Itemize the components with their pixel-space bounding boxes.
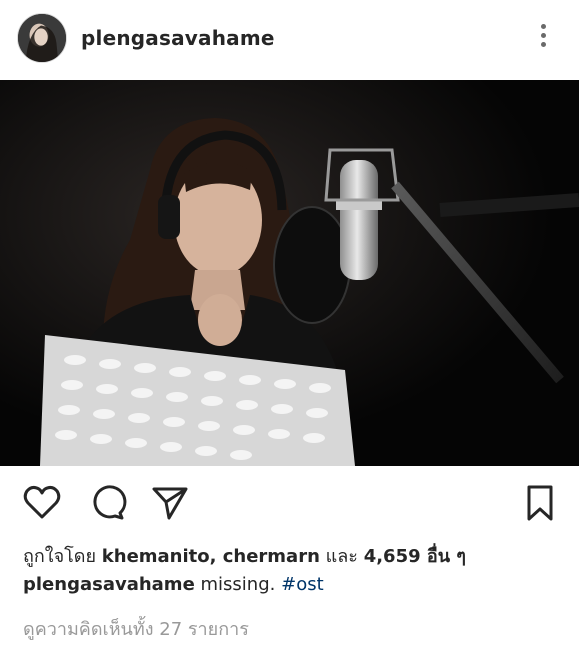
- likes-joiner: และ: [325, 546, 358, 567]
- caption-username[interactable]: plengasavahame: [23, 574, 195, 595]
- likes-others[interactable]: 4,659 อื่น ๆ: [364, 546, 466, 567]
- comment-icon[interactable]: [87, 483, 127, 523]
- likes-summary: ถูกใจโดย khemanito, chermarn และ 4,659 อ…: [23, 541, 466, 570]
- bookmark-icon[interactable]: [520, 483, 560, 523]
- view-comments-link[interactable]: ดูความคิดเห็นทั้ง 27 รายการ: [23, 614, 249, 643]
- send-icon[interactable]: [150, 483, 190, 523]
- avatar[interactable]: [17, 13, 67, 63]
- post-username[interactable]: plengasavahame: [81, 26, 275, 50]
- post-photo[interactable]: [0, 80, 579, 466]
- heart-icon[interactable]: [22, 483, 62, 523]
- post-actions: [0, 466, 579, 536]
- post-header: plengasavahame: [0, 0, 579, 80]
- post-caption: plengasavahame missing. #ost: [23, 574, 324, 595]
- likes-users[interactable]: khemanito, chermarn: [102, 546, 320, 567]
- caption-hashtag[interactable]: #ost: [281, 574, 324, 595]
- likes-prefix: ถูกใจโดย: [23, 546, 97, 567]
- more-vertical-icon[interactable]: [531, 20, 555, 56]
- caption-text: missing.: [200, 574, 276, 595]
